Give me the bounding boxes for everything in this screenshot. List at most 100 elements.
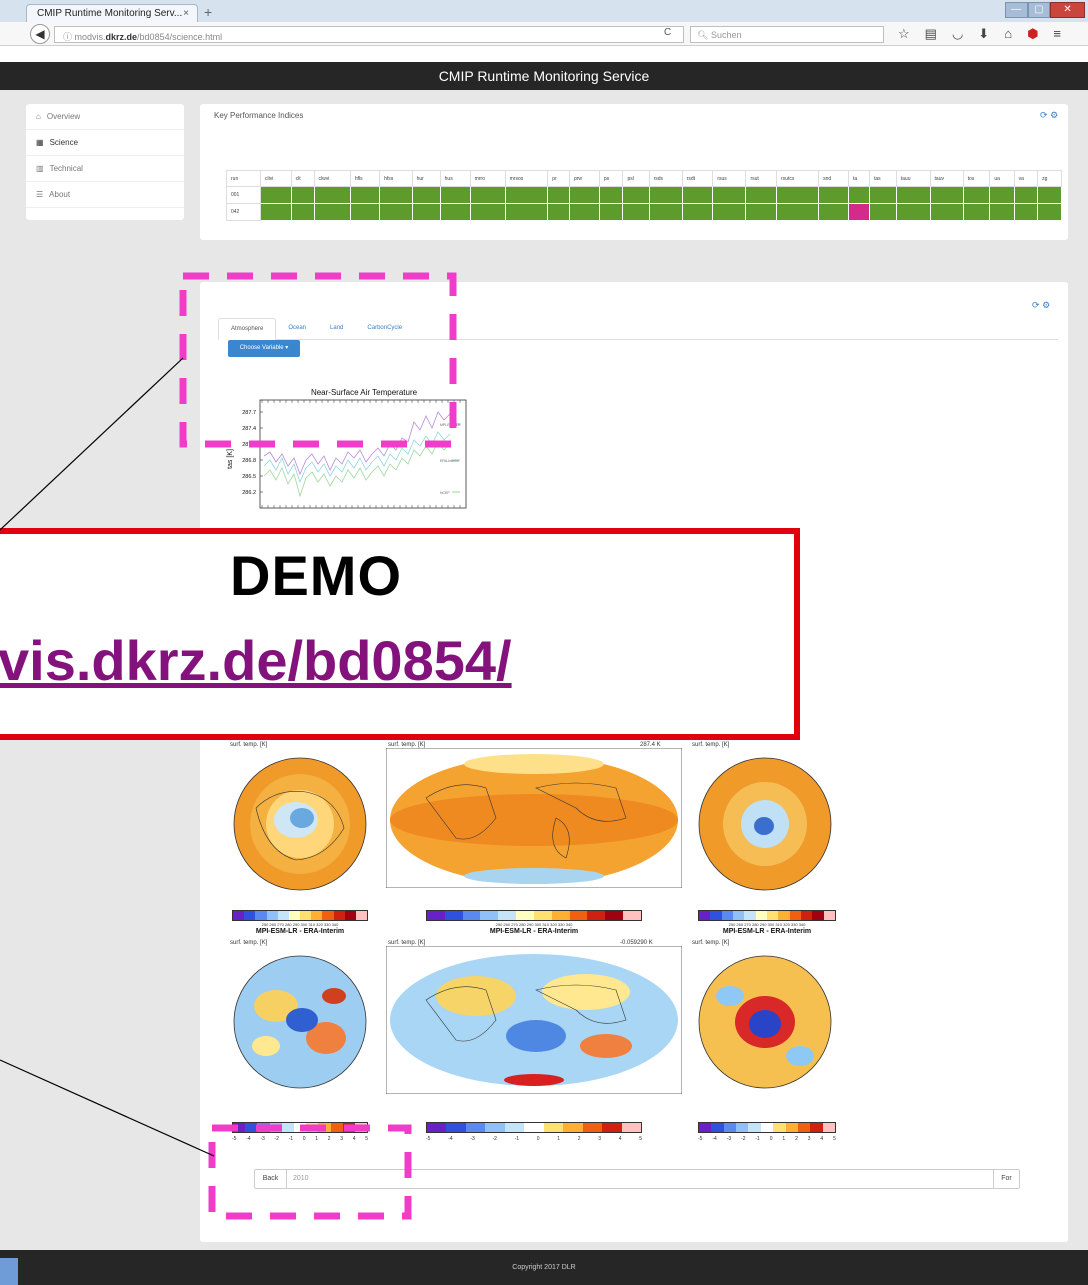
kpi-cell-psl[interactable] xyxy=(622,186,650,204)
kpi-cell-rsdt[interactable] xyxy=(681,203,714,221)
plot-frame xyxy=(259,399,467,509)
kpi-header-rsdt: rsdt xyxy=(681,170,714,187)
forward-button[interactable]: For xyxy=(993,1170,1019,1188)
maximize-icon[interactable]: ▢ xyxy=(1027,2,1051,18)
kpi-cell-hfls[interactable] xyxy=(349,186,381,204)
kpi-cell-tas[interactable] xyxy=(869,186,897,204)
kpi-cell-rsds[interactable] xyxy=(648,203,683,221)
kpi-cell-ps[interactable] xyxy=(598,203,624,221)
reader-icon[interactable]: ▤ xyxy=(925,26,937,42)
kpi-cell-prw[interactable] xyxy=(568,186,600,204)
gear-icon[interactable]: ⚙ xyxy=(1050,110,1058,120)
gear-icon[interactable]: ⚙ xyxy=(1042,300,1050,310)
sidebar-item-about[interactable]: ☰ About xyxy=(26,182,184,208)
kpi-cell-psl[interactable] xyxy=(622,203,650,221)
browser-tab[interactable]: CMIP Runtime Monitoring Serv... × xyxy=(26,4,198,22)
back-arrow-icon[interactable]: ◀ xyxy=(30,24,50,44)
kpi-cell-ta[interactable] xyxy=(847,186,871,204)
tab-land[interactable]: Land xyxy=(318,318,355,340)
kpi-cell-clivi[interactable] xyxy=(260,186,292,204)
kpi-cell-rsutcs[interactable] xyxy=(776,203,820,221)
search-icon: 🔍︎ xyxy=(697,30,711,40)
kpi-cell-va[interactable] xyxy=(1013,203,1039,221)
kpi-cell-hur[interactable] xyxy=(411,203,441,221)
kpi-cell-ta[interactable] xyxy=(847,203,871,221)
kpi-cell-clivi[interactable] xyxy=(260,203,292,221)
kpi-cell-hfls[interactable] xyxy=(349,203,381,221)
colorbar-tick: 5 xyxy=(365,1136,368,1142)
close-tab-icon[interactable]: × xyxy=(183,8,189,19)
pocket-icon[interactable]: ◡ xyxy=(952,26,963,42)
kpi-cell-hur[interactable] xyxy=(411,186,441,204)
kpi-cell-hfss[interactable] xyxy=(379,203,413,221)
kpi-cell-ps[interactable] xyxy=(598,186,624,204)
kpi-cell-rsus[interactable] xyxy=(712,186,747,204)
back-button[interactable]: Back xyxy=(255,1170,287,1188)
colorbar-row1-left xyxy=(232,910,368,921)
kpi-cell-mrsos[interactable] xyxy=(504,186,549,204)
kpi-cell-ua[interactable] xyxy=(989,203,1015,221)
address-bar[interactable]: ⓘ modvis.dkrz.de/bd0854/science.html xyxy=(54,26,684,43)
kpi-cell-pr[interactable] xyxy=(547,203,570,221)
kpi-header-ps: ps xyxy=(598,170,624,187)
bookmark-star-icon[interactable]: ☆ xyxy=(898,26,910,42)
kpi-cell-pr[interactable] xyxy=(547,186,570,204)
colorbar-tick: -3 xyxy=(726,1136,732,1142)
tab-atmosphere[interactable]: Atmosphere xyxy=(218,318,277,340)
kpi-cell-rsds[interactable] xyxy=(648,186,683,204)
kpi-cell-clwvi[interactable] xyxy=(313,186,351,204)
kpi-header-clivi: clivi xyxy=(260,170,292,187)
sidebar-item-technical[interactable]: ▥ Technical xyxy=(26,156,184,182)
kpi-cell-tauu[interactable] xyxy=(895,203,931,221)
kpi-cell-tauv[interactable] xyxy=(929,203,964,221)
kpi-cell-hus[interactable] xyxy=(439,203,471,221)
colorbar-tick: 4 xyxy=(352,1136,356,1142)
kpi-cell-snd[interactable] xyxy=(818,186,849,204)
kpi-cell-rsdt[interactable] xyxy=(681,186,714,204)
refresh-icon[interactable]: ⟳ xyxy=(1040,110,1048,120)
download-icon[interactable]: ⬇ xyxy=(978,26,989,42)
kpi-cell-tos[interactable] xyxy=(962,186,991,204)
close-window-icon[interactable]: ✕ xyxy=(1050,2,1086,18)
sidebar-item-science[interactable]: ▦ Science xyxy=(26,130,184,156)
kpi-cell-mrsos[interactable] xyxy=(504,203,549,221)
kpi-cell-clwvi[interactable] xyxy=(313,203,351,221)
tab-carboncycle[interactable]: CarbonCycle xyxy=(355,318,414,340)
new-tab-button[interactable]: + xyxy=(204,4,212,20)
kpi-cell-mrro[interactable] xyxy=(469,186,506,204)
kpi-cell-tauu[interactable] xyxy=(895,186,931,204)
kpi-cell-rsut[interactable] xyxy=(745,203,778,221)
sidebar-item-overview[interactable]: ⌂ Overview xyxy=(26,104,184,130)
kpi-cell-hus[interactable] xyxy=(439,186,471,204)
reload-icon[interactable]: C xyxy=(664,27,671,38)
kpi-cell-hfss[interactable] xyxy=(379,186,413,204)
refresh-icon[interactable]: ⟳ xyxy=(1032,300,1040,310)
kpi-cell-clt[interactable] xyxy=(290,186,315,204)
kpi-cell-prw[interactable] xyxy=(568,203,600,221)
kpi-cell-zg[interactable] xyxy=(1037,186,1062,204)
kpi-cell-mrro[interactable] xyxy=(469,203,506,221)
colorbar-tick: 2 xyxy=(577,1136,581,1142)
choose-variable-button[interactable]: Choose Variable ▾ xyxy=(228,340,300,357)
kpi-cell-ua[interactable] xyxy=(989,186,1015,204)
url-path: /bd0854/science.html xyxy=(137,32,223,42)
demo-url-link[interactable]: vis.dkrz.de/bd0854/ xyxy=(0,628,512,693)
kpi-cell-rsut[interactable] xyxy=(745,186,778,204)
kpi-cell-tauv[interactable] xyxy=(929,186,964,204)
home-icon[interactable]: ⌂ xyxy=(1004,26,1012,42)
kpi-cell-snd[interactable] xyxy=(818,203,849,221)
menu-icon[interactable]: ≡ xyxy=(1053,26,1061,42)
browser-search-input[interactable]: 🔍︎ Suchen xyxy=(690,26,884,43)
kpi-cell-clt[interactable] xyxy=(290,203,315,221)
addon-shield-icon[interactable]: ⬢ xyxy=(1027,26,1038,42)
tab-ocean[interactable]: Ocean xyxy=(276,318,318,340)
kpi-cell-zg[interactable] xyxy=(1037,203,1062,221)
kpi-cell-rsutcs[interactable] xyxy=(776,186,820,204)
kpi-cell-tas[interactable] xyxy=(869,203,897,221)
kpi-cell-rsus[interactable] xyxy=(712,203,747,221)
kpi-header-snd: snd xyxy=(818,170,849,187)
kpi-header-prw: prw xyxy=(568,170,600,187)
minimize-icon[interactable]: — xyxy=(1005,2,1028,18)
kpi-cell-tos[interactable] xyxy=(962,203,991,221)
kpi-cell-va[interactable] xyxy=(1013,186,1039,204)
